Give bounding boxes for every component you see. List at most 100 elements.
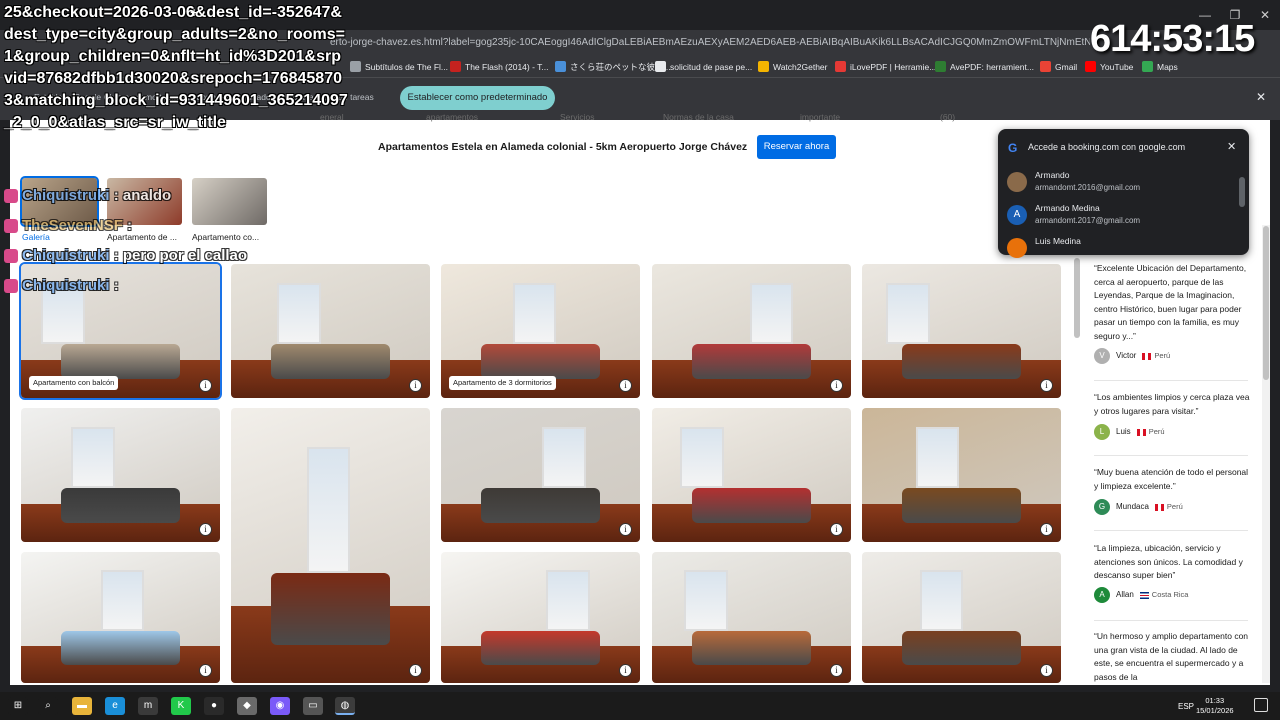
windows-start-icon[interactable]: ⊞	[8, 697, 28, 715]
gallery-photo[interactable]: i	[21, 552, 220, 683]
reviewer-avatar: A	[1094, 587, 1110, 603]
app-drive-icon[interactable]: ▭	[303, 697, 323, 715]
reviewer-country: Perú	[1148, 427, 1165, 437]
bookmark-item[interactable]: Subtítulos de The Fl...	[350, 58, 448, 76]
edge-icon[interactable]: e	[105, 697, 125, 715]
reviewer-country: Costa Rica	[1151, 590, 1189, 600]
photo-window	[749, 282, 794, 345]
stream-url-overlay: 25&checkout=2026-03-06&dest_id=-352647&d…	[4, 2, 349, 134]
account-name[interactable]: Armando	[1035, 170, 1070, 180]
gallery-photo[interactable]: i	[862, 264, 1061, 398]
photo-info-icon[interactable]: i	[1040, 379, 1053, 392]
photo-info-icon[interactable]: i	[830, 523, 843, 536]
chat-username: TheSevenNSF	[22, 217, 123, 234]
google-popup-close-icon[interactable]: ✕	[1227, 140, 1236, 153]
chat-username: Chiquistruki	[22, 277, 110, 294]
reviewer-avatar: V	[1094, 348, 1110, 364]
bookmark-item[interactable]: iLovePDF | Herramie...	[835, 58, 936, 76]
app-m-icon[interactable]: m	[138, 697, 158, 715]
google-logo-icon: G	[1008, 141, 1018, 155]
gallery-thumbnail[interactable]	[192, 178, 267, 225]
new-tab-plus-icon[interactable]: +	[190, 4, 198, 20]
gallery-photo[interactable]: i	[231, 408, 430, 683]
close-window-button[interactable]: ✕	[1250, 6, 1280, 24]
chat-text: : analdo	[113, 187, 172, 204]
review-text: “Un hermoso y amplio departamento con un…	[1094, 631, 1249, 682]
gallery-photo[interactable]: i	[652, 408, 851, 542]
bookmark-label: solicitud de pase pe...	[670, 62, 753, 72]
photo-info-icon[interactable]: i	[619, 664, 632, 677]
windows-taskbar	[0, 692, 1280, 720]
photo-info-icon[interactable]: i	[199, 523, 212, 536]
photo-info-icon[interactable]: i	[619, 523, 632, 536]
app-shield-icon[interactable]: ◆	[237, 697, 257, 715]
chrome-icon[interactable]: ◍	[335, 697, 355, 715]
gallery-photo[interactable]: i	[441, 552, 640, 683]
url-field[interactable]: erto-jorge-chavez.es.html?label=gog235jc…	[330, 34, 1090, 52]
review-divider	[1094, 530, 1248, 531]
nav-tab-5[interactable]: (60)	[940, 112, 955, 122]
gallery-photo[interactable]: i	[652, 552, 851, 683]
bookmark-item[interactable]: solicitud de pase pe...	[655, 58, 752, 76]
photo-info-icon[interactable]: i	[199, 379, 212, 392]
bookmark-item[interactable]: Watch2Gether	[758, 58, 828, 76]
google-popup-title: Accede a booking.com con google.com	[1028, 142, 1186, 152]
taskbar-clock[interactable]: 01:33 15/01/2026	[1196, 696, 1234, 716]
language-indicator[interactable]: ESP	[1178, 702, 1194, 711]
app-discord-icon[interactable]: ◉	[270, 697, 290, 715]
bookmark-favicon-icon	[655, 61, 666, 72]
photo-info-icon[interactable]: i	[409, 379, 422, 392]
gallery-photo[interactable]: i Apartamento de 3 dormitorios	[441, 264, 640, 398]
bookmark-label: YouTube	[1100, 62, 1134, 72]
photo-info-icon[interactable]: i	[830, 664, 843, 677]
overlay-url-text: 25&checkout=2026-03-06&dest_id=-352647&d…	[4, 4, 348, 131]
nav-tab-4[interactable]: importante	[800, 112, 840, 122]
photo-info-icon[interactable]: i	[199, 664, 212, 677]
nav-tab-2[interactable]: Servicios	[560, 112, 594, 122]
account-name[interactable]: Armando Medina	[1035, 203, 1100, 213]
bookmark-item[interactable]: AvePDF: herramient...	[935, 58, 1034, 76]
photo-furniture	[270, 573, 391, 645]
gallery-photo[interactable]: i	[441, 408, 640, 542]
nav-tab-1[interactable]: apartamentos	[426, 112, 478, 122]
nav-tab-3[interactable]: Normas de la casa	[663, 112, 734, 122]
search-icon[interactable]: ⌕	[38, 697, 58, 715]
photo-window	[885, 282, 930, 345]
account-email[interactable]: armandomt.2017@gmail.com	[1035, 216, 1140, 225]
photo-furniture	[270, 344, 391, 380]
bookmark-item[interactable]: The Flash (2014) - T...	[450, 58, 548, 76]
photo-window	[100, 570, 145, 631]
gallery-photo[interactable]: i	[862, 408, 1061, 542]
app-k-icon[interactable]: K	[171, 697, 191, 715]
bookmark-item[interactable]: さくら荘のペットな彼女...	[555, 58, 671, 76]
flag-icon	[1139, 591, 1149, 599]
photo-furniture	[691, 630, 812, 665]
photo-info-icon[interactable]: i	[619, 379, 632, 392]
gallery-photo[interactable]: i	[652, 264, 851, 398]
gallery-photo[interactable]: i	[21, 408, 220, 542]
photo-info-icon[interactable]: i	[1040, 523, 1053, 536]
app-red-icon[interactable]: ●	[204, 697, 224, 715]
account-email[interactable]: armandomt.2016@gmail.com	[1035, 183, 1140, 192]
reviewer-country: Perú	[1154, 351, 1171, 361]
bookmark-label: The Flash (2014) - T...	[465, 62, 549, 72]
gallery-photo[interactable]: i	[231, 264, 430, 398]
gallery-photo[interactable]: i	[862, 552, 1061, 683]
bookmark-favicon-icon	[1040, 61, 1051, 72]
file-explorer-icon[interactable]: ▬	[72, 697, 92, 715]
bookmark-item[interactable]: Gmail	[1040, 58, 1077, 76]
page-scrollbar-thumb[interactable]	[1263, 226, 1269, 380]
flag-icon	[1154, 503, 1164, 511]
photo-info-icon[interactable]: i	[830, 379, 843, 392]
reserve-now-button[interactable]: Reservar ahora	[757, 135, 836, 159]
set-default-button[interactable]: Establecer como predeterminado	[400, 86, 555, 110]
notifications-icon[interactable]	[1254, 698, 1268, 712]
google-popup-scrollbar[interactable]	[1239, 177, 1245, 207]
photo-info-icon[interactable]: i	[1040, 664, 1053, 677]
infobar-close-icon[interactable]: ✕	[1256, 90, 1266, 104]
account-name[interactable]: Luis Medina	[1035, 236, 1081, 246]
photo-info-icon[interactable]: i	[409, 664, 422, 677]
gallery-scrollbar[interactable]	[1074, 258, 1080, 338]
photo-furniture	[691, 488, 812, 524]
bookmark-label: Gmail	[1055, 62, 1078, 72]
